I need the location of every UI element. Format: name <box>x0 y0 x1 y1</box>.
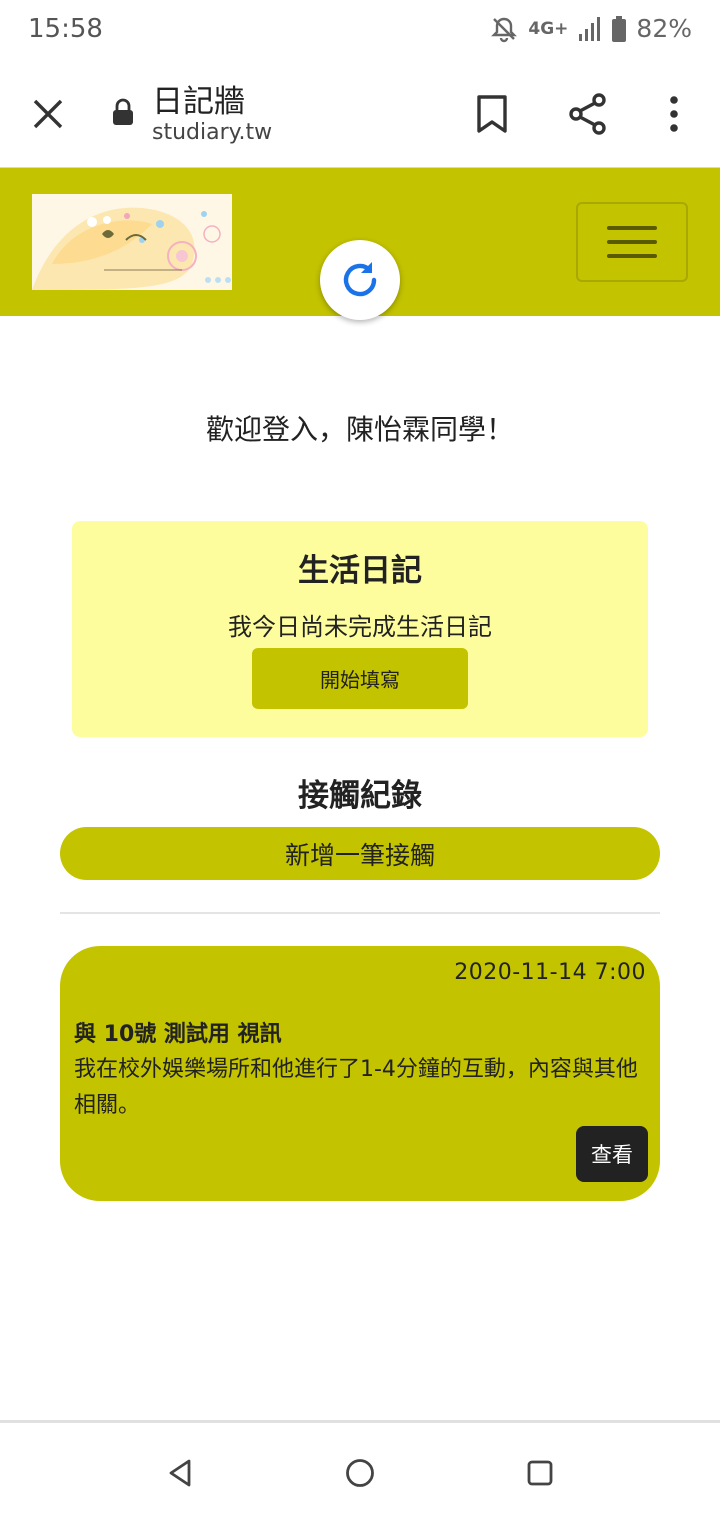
battery-level: 82% <box>636 14 692 43</box>
nav-recents-button[interactable] <box>518 1451 562 1495</box>
start-diary-button[interactable]: 開始填寫 <box>252 648 468 709</box>
more-options-button[interactable] <box>648 88 700 140</box>
home-icon <box>346 1459 374 1487</box>
share-icon <box>569 93 606 135</box>
record-time: 2020-11-14 7:00 <box>454 960 646 985</box>
diary-card: 生活日記 我今日尚未完成生活日記 開始填寫 <box>72 521 648 737</box>
bookmark-button[interactable] <box>466 88 518 140</box>
status-time: 15:58 <box>28 14 103 44</box>
mute-icon <box>490 15 518 43</box>
site-logo[interactable] <box>32 194 232 290</box>
nav-back-button[interactable] <box>158 1451 202 1495</box>
hamburger-icon-line <box>607 254 657 258</box>
hamburger-icon-line <box>607 240 657 244</box>
network-label: 4G+ <box>528 18 569 39</box>
record-description: 我在校外娛樂場所和他進行了1-4分鐘的互動，內容與其他相關。 <box>74 1057 638 1118</box>
welcome-message: 歡迎登入，陳怡霖同學！ <box>205 413 514 446</box>
contact-heading: 接觸紀錄 <box>298 778 422 814</box>
system-nav-bar <box>0 1420 720 1520</box>
status-icons: 4G+ 82% <box>490 14 692 43</box>
contact-record-card: 2020-11-14 7:00 與 10號 測試用 視訊 我在校外娛樂場所和他進… <box>60 946 660 1201</box>
signal-icon <box>578 16 602 42</box>
refresh-button[interactable] <box>320 240 400 320</box>
view-record-button[interactable]: 查看 <box>576 1126 648 1182</box>
recents-icon <box>527 1460 553 1486</box>
nav-home-button[interactable] <box>338 1451 382 1495</box>
back-icon <box>169 1459 191 1487</box>
status-bar: 15:58 4G+ 82% <box>0 0 720 60</box>
page-url[interactable]: studiary.tw <box>152 120 272 145</box>
more-vert-icon <box>670 96 678 132</box>
browser-toolbar: 日記牆 studiary.tw <box>0 60 720 168</box>
diary-status: 我今日尚未完成生活日記 <box>228 613 492 641</box>
refresh-icon <box>343 262 377 297</box>
battery-icon <box>612 15 627 42</box>
add-contact-button[interactable]: 新增一筆接觸 <box>60 827 660 880</box>
close-button[interactable] <box>22 88 74 140</box>
bookmark-icon <box>477 95 507 133</box>
close-icon <box>33 99 63 129</box>
share-button[interactable] <box>562 88 614 140</box>
page-title: 日記牆 <box>152 84 245 120</box>
hamburger-icon-line <box>607 226 657 230</box>
diary-title: 生活日記 <box>298 553 422 589</box>
divider <box>60 912 660 914</box>
logo-image <box>32 194 232 290</box>
menu-toggle-button[interactable] <box>576 202 688 282</box>
record-title: 與 10號 測試用 視訊 <box>74 1022 282 1047</box>
lock-icon <box>112 98 134 130</box>
